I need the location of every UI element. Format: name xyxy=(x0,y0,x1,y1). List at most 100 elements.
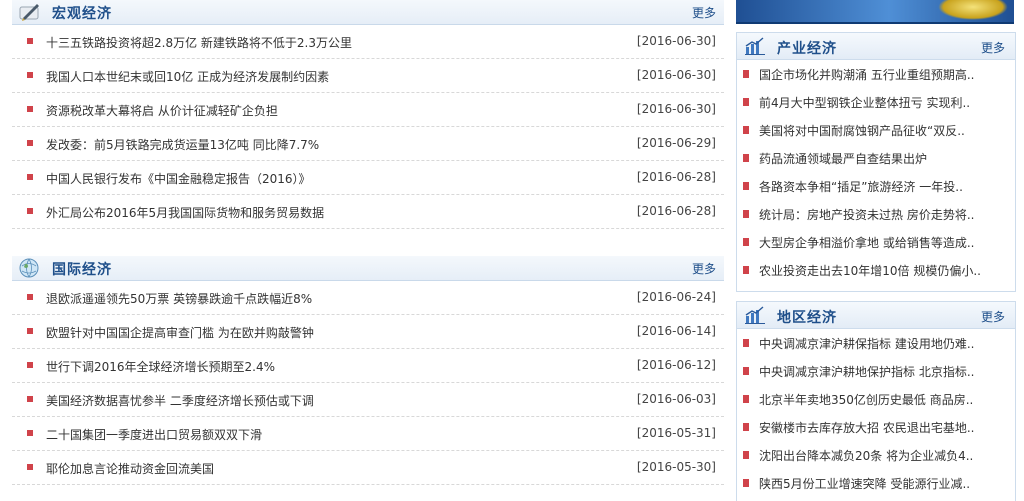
square-bullet-icon xyxy=(743,238,749,246)
square-bullet-icon xyxy=(27,362,33,368)
square-bullet-icon xyxy=(743,70,749,78)
industry-title: 产业经济 xyxy=(777,41,837,57)
list-item: 农业投资走出去10年增10倍 规模仍偏小.. xyxy=(737,256,1015,284)
news-link[interactable]: 资源税改革大幕将启 从价计征减轻矿企负担 xyxy=(46,102,278,119)
macro-list: 十三五铁路投资将超2.8万亿 新建铁路将不低于2.3万公里 [2016-06-30… xyxy=(12,25,724,229)
news-link[interactable]: 药品流通领域最严自查结果出炉 xyxy=(759,150,927,167)
list-item: 世行下调2016年全球经济增长预期至2.4% [2016-06-12] xyxy=(12,349,724,383)
region-more-link[interactable]: 更多 xyxy=(981,308,1005,325)
square-bullet-icon xyxy=(743,395,749,403)
bar-chart-icon xyxy=(745,37,765,55)
region-list: 中央调减京津沪耕保指标 建设用地仍难.. 中央调减京津沪耕地保护指标 北京指标.… xyxy=(737,329,1015,497)
news-link[interactable]: 陕西5月份工业增速突降 受能源行业减.. xyxy=(759,475,970,492)
square-bullet-icon xyxy=(743,154,749,162)
square-bullet-icon xyxy=(27,140,33,146)
square-bullet-icon xyxy=(743,451,749,459)
square-bullet-icon xyxy=(27,328,33,334)
list-item: 欧盟针对中国国企提高审查门槛 为在欧并购敲警钟 [2016-06-14] xyxy=(12,315,724,349)
news-link[interactable]: 世行下调2016年全球经济增长预期至2.4% xyxy=(46,358,275,375)
news-link[interactable]: 欧盟针对中国国企提高审查门槛 为在欧并购敲警钟 xyxy=(46,324,314,341)
news-link[interactable]: 美国经济数据喜忧参半 二季度经济增长预估或下调 xyxy=(46,392,314,409)
news-date: [2016-06-14] xyxy=(636,324,716,338)
news-link[interactable]: 美国将对中国耐腐蚀钢产品征收“双反.. xyxy=(759,122,965,139)
industry-list: 国企市场化并购潮涌 五行业重组预期高.. 前4月大中型钢铁企业整体扭亏 实现利.… xyxy=(737,60,1015,284)
list-item: 外汇局公布2016年5月我国国际货物和服务贸易数据 [2016-06-28] xyxy=(12,195,724,229)
list-item: 发改委：前5月铁路完成货运量13亿吨 同比降7.7% [2016-06-29] xyxy=(12,127,724,161)
square-bullet-icon xyxy=(743,210,749,218)
square-bullet-icon xyxy=(27,294,33,300)
region-header: 地区经济 更多 xyxy=(737,302,1015,329)
list-item: 各路资本争相“插足”旅游经济 一年投.. xyxy=(737,172,1015,200)
news-link[interactable]: 退欧派遥遥领先50万票 英镑暴跌逾千点跌幅近8% xyxy=(46,290,312,307)
news-date: [2016-06-03] xyxy=(636,392,716,406)
news-link[interactable]: 统计局：房地产投资未过热 房价走势将.. xyxy=(759,206,974,223)
news-date: [2016-06-24] xyxy=(636,290,716,304)
square-bullet-icon xyxy=(27,174,33,180)
square-bullet-icon xyxy=(743,266,749,274)
news-date: [2016-05-30] xyxy=(636,460,716,474)
news-link[interactable]: 国企市场化并购潮涌 五行业重组预期高.. xyxy=(759,66,974,83)
news-link[interactable]: 外汇局公布2016年5月我国国际货物和服务贸易数据 xyxy=(46,204,324,221)
news-date: [2016-06-30] xyxy=(636,102,716,116)
macro-title: 宏观经济 xyxy=(52,6,112,22)
list-item: 国企市场化并购潮涌 五行业重组预期高.. xyxy=(737,60,1015,88)
square-bullet-icon xyxy=(743,126,749,134)
news-link[interactable]: 北京半年卖地350亿创历史最低 商品房.. xyxy=(759,391,973,408)
intl-list: 退欧派遥遥领先50万票 英镑暴跌逾千点跌幅近8% [2016-06-24] 欧盟针… xyxy=(12,281,724,485)
region-panel: 地区经济 更多 中央调减京津沪耕保指标 建设用地仍难.. 中央调减京津沪耕地保护… xyxy=(736,301,1016,501)
list-item: 北京半年卖地350亿创历史最低 商品房.. xyxy=(737,385,1015,413)
square-bullet-icon xyxy=(743,367,749,375)
list-item: 统计局：房地产投资未过热 房价走势将.. xyxy=(737,200,1015,228)
news-link[interactable]: 发改委：前5月铁路完成货运量13亿吨 同比降7.7% xyxy=(46,136,319,153)
news-date: [2016-06-28] xyxy=(636,170,716,184)
news-date: [2016-06-28] xyxy=(636,204,716,218)
list-item: 十三五铁路投资将超2.8万亿 新建铁路将不低于2.3万公里 [2016-06-30… xyxy=(12,25,724,59)
industry-panel: 产业经济 更多 国企市场化并购潮涌 五行业重组预期高.. 前4月大中型钢铁企业整… xyxy=(736,32,1016,292)
news-link[interactable]: 各路资本争相“插足”旅游经济 一年投.. xyxy=(759,178,963,195)
square-bullet-icon xyxy=(27,464,33,470)
globe-icon xyxy=(19,258,39,278)
page: 宏观经济 更多 十三五铁路投资将超2.8万亿 新建铁路将不低于2.3万公里 [20… xyxy=(0,0,1024,501)
banner-glow xyxy=(938,0,1008,20)
list-item: 资源税改革大幕将启 从价计征减轻矿企负担 [2016-06-30] xyxy=(12,93,724,127)
list-item: 前4月大中型钢铁企业整体扭亏 实现利.. xyxy=(737,88,1015,116)
intl-more-link[interactable]: 更多 xyxy=(692,260,716,277)
list-item: 沈阳出台降本减负20条 将为企业减负4.. xyxy=(737,441,1015,469)
square-bullet-icon xyxy=(27,72,33,78)
news-date: [2016-06-29] xyxy=(636,136,716,150)
news-date: [2016-06-12] xyxy=(636,358,716,372)
macro-panel: 宏观经济 更多 十三五铁路投资将超2.8万亿 新建铁路将不低于2.3万公里 [20… xyxy=(12,0,724,229)
macro-header: 宏观经济 更多 xyxy=(12,0,724,25)
region-title: 地区经济 xyxy=(777,310,837,326)
news-date: [2016-06-30] xyxy=(636,68,716,82)
news-link[interactable]: 中国人民银行发布《中国金融稳定报告（2016）》 xyxy=(46,170,311,187)
square-bullet-icon xyxy=(743,182,749,190)
news-link[interactable]: 耶伦加息言论推动资金回流美国 xyxy=(46,460,214,477)
industry-more-link[interactable]: 更多 xyxy=(981,39,1005,56)
news-link[interactable]: 二十国集团一季度进出口贸易额双双下滑 xyxy=(46,426,262,443)
news-date: [2016-05-31] xyxy=(636,426,716,440)
list-item: 大型房企争相溢价拿地 或给销售等造成.. xyxy=(737,228,1015,256)
list-item: 我国人口本世纪末或回10亿 正成为经济发展制约因素 [2016-06-30] xyxy=(12,59,724,93)
square-bullet-icon xyxy=(27,38,33,44)
macro-more-link[interactable]: 更多 xyxy=(692,4,716,21)
news-link[interactable]: 沈阳出台降本减负20条 将为企业减负4.. xyxy=(759,447,973,464)
list-item: 陕西5月份工业增速突降 受能源行业减.. xyxy=(737,469,1015,497)
news-link[interactable]: 十三五铁路投资将超2.8万亿 新建铁路将不低于2.3万公里 xyxy=(46,34,352,51)
news-link[interactable]: 安徽楼市去库存放大招 农民退出宅基地.. xyxy=(759,419,974,436)
intl-panel: 国际经济 更多 退欧派遥遥领先50万票 英镑暴跌逾千点跌幅近8% [2016-06… xyxy=(12,256,724,485)
list-item: 中央调减京津沪耕保指标 建设用地仍难.. xyxy=(737,329,1015,357)
news-link[interactable]: 中央调减京津沪耕地保护指标 北京指标.. xyxy=(759,363,974,380)
news-link[interactable]: 前4月大中型钢铁企业整体扭亏 实现利.. xyxy=(759,94,970,111)
square-bullet-icon xyxy=(27,396,33,402)
list-item: 美国经济数据喜忧参半 二季度经济增长预估或下调 [2016-06-03] xyxy=(12,383,724,417)
bar-chart-icon xyxy=(745,306,765,324)
news-link[interactable]: 大型房企争相溢价拿地 或给销售等造成.. xyxy=(759,234,974,251)
square-bullet-icon xyxy=(743,423,749,431)
pen-icon xyxy=(19,4,39,21)
news-link[interactable]: 农业投资走出去10年增10倍 规模仍偏小.. xyxy=(759,262,981,279)
list-item: 美国将对中国耐腐蚀钢产品征收“双反.. xyxy=(737,116,1015,144)
news-link[interactable]: 我国人口本世纪末或回10亿 正成为经济发展制约因素 xyxy=(46,68,329,85)
banner-image[interactable] xyxy=(736,0,1014,24)
news-link[interactable]: 中央调减京津沪耕保指标 建设用地仍难.. xyxy=(759,335,974,352)
